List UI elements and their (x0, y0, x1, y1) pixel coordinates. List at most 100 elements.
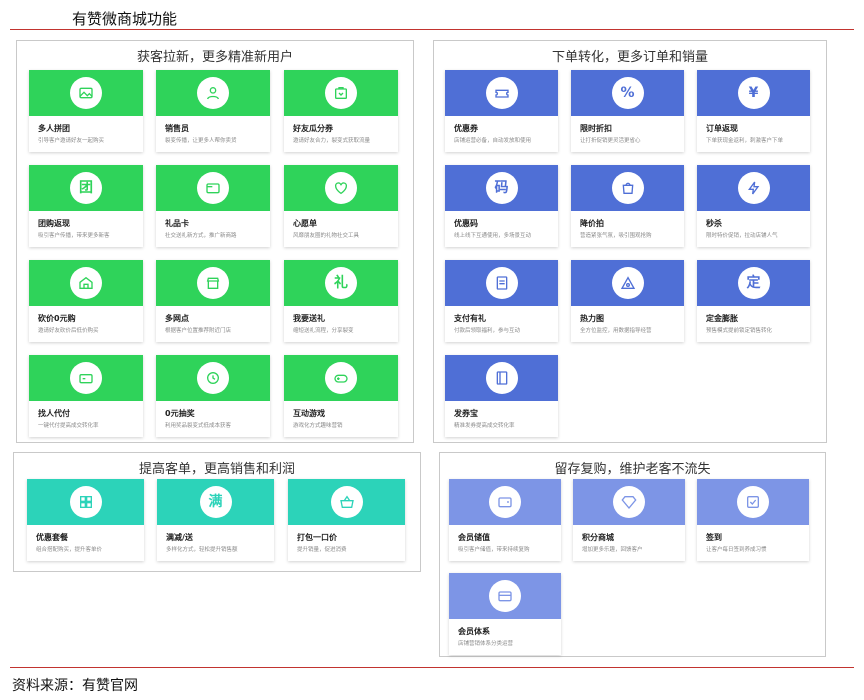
card-description: 根据客户位置推荐附近门店 (165, 328, 232, 334)
feature-card[interactable]: 砍价0元购邀请好友砍价后低价购买 (29, 260, 143, 342)
icon-badge (489, 580, 521, 612)
icon-badge (330, 486, 363, 518)
card-banner (156, 260, 270, 306)
card-description: 组合搭配购买，提升客单价 (36, 547, 103, 553)
card-title: 满减/送 (166, 533, 193, 542)
icon-badge (69, 486, 102, 518)
feature-card[interactable]: 多网点 根据客户位置推荐附近门店 (156, 260, 270, 342)
deposit-icon: 定 (746, 275, 761, 291)
card-title: 优惠套餐 (36, 533, 68, 542)
feature-card[interactable]: 积分商城 增加更多乐趣，回馈客户 (573, 479, 685, 561)
card-title: 打包一口价 (297, 533, 337, 542)
icon-badge: ¥ (737, 77, 770, 109)
feature-card[interactable]: 好友瓜分券邀请好友合力，裂变式获取流量 (284, 70, 398, 152)
card-title: 好友瓜分券 (293, 124, 333, 133)
feature-card[interactable]: 0元抽奖 利用奖品裂变式低成本获客 (156, 355, 270, 437)
icon-badge (70, 362, 102, 394)
feature-card[interactable]: 团团购返现 吸引客户传播，带来更多新客 (29, 165, 143, 247)
feature-card[interactable]: 礼我要送礼 缩短送礼流程，分享裂变 (284, 260, 398, 342)
feature-card[interactable]: 定定金膨胀 预售模式提前锁定销售转化 (697, 260, 810, 342)
card-description: 多样化方式，轻松提升销售额 (166, 547, 238, 553)
icon-badge (485, 77, 518, 109)
card-banner (156, 165, 270, 211)
feature-card[interactable]: 优惠套餐组合搭配购买，提升客单价 (27, 479, 144, 561)
feature-card[interactable]: 心愿单 风靡朋友圈的礼物社交工具 (284, 165, 398, 247)
icon-badge (611, 172, 644, 204)
icon-badge (737, 486, 769, 518)
icon-badge (197, 362, 229, 394)
card-banner (29, 355, 143, 401)
card-title: 砍价0元购 (38, 314, 76, 323)
section-title: 获客拉新，更多精准新用户 (136, 50, 293, 65)
feature-card[interactable]: 签到 让客户每日签到养成习惯 (697, 479, 809, 561)
section-title: 提高客单，更高销售和利润 (138, 462, 295, 477)
card-description: 全方位监控，用数据指导经营 (580, 328, 652, 334)
card-banner (697, 479, 809, 525)
icon-badge: 礼 (325, 267, 357, 299)
card-description: 一键代付提高成交转化率 (38, 423, 99, 429)
feature-card[interactable]: 发券宝精准发券提高成交转化率 (445, 355, 558, 437)
bottom-divider (10, 667, 854, 668)
feature-card[interactable]: % 限时折扣 让打折促销更灵活更省心 (571, 70, 684, 152)
code-icon: 码 (494, 180, 509, 196)
feature-card[interactable]: 满满减/送多样化方式，轻松提升销售额 (157, 479, 274, 561)
card-title: 发券宝 (454, 409, 478, 418)
card-banner (571, 165, 684, 211)
feature-card[interactable]: 秒杀 限时特价促销，拉动店铺人气 (697, 165, 810, 247)
card-title: 会员储值 (458, 533, 490, 542)
gift-icon: 礼 (334, 275, 348, 291)
card-banner (445, 260, 558, 306)
card-banner: % (571, 70, 684, 116)
feature-card[interactable]: 降价拍 营造紧张气氛，吸引围观抢购 (571, 165, 684, 247)
gamepad-icon (333, 370, 349, 386)
feature-card[interactable]: 礼品卡 社交送礼新方式，推广新商路 (156, 165, 270, 247)
feature-card[interactable]: 码优惠码 线上线下互通使用，多场景互动 (445, 165, 558, 247)
card-icon (205, 180, 221, 196)
card-title: 互动游戏 (293, 409, 325, 418)
feature-card[interactable]: 会员储值 吸引客户储值，带来持续复购 (449, 479, 561, 561)
icon-badge: % (611, 77, 644, 109)
card-title: 订单返现 (706, 124, 738, 133)
card-banner: 团 (29, 165, 143, 211)
feature-card[interactable]: 销售员 裂变传播，让更多人帮你卖货 (156, 70, 270, 152)
icon-badge (197, 172, 229, 204)
card-banner (284, 165, 398, 211)
card-banner: 满 (157, 479, 274, 525)
image-icon (78, 85, 94, 101)
card-description: 精准发券提高成交转化率 (454, 423, 515, 429)
page-title: 有赞微商城功能 (72, 10, 178, 28)
feature-card[interactable]: 会员体系 店铺营销体系分类运营 (449, 573, 561, 655)
card-banner (288, 479, 405, 525)
feature-card[interactable]: ¥ 订单返现 下单获现金返利，刺激客户下单 (697, 70, 810, 152)
card-description: 店铺营销体系分类运营 (458, 641, 514, 647)
card-description: 增加更多乐趣，回馈客户 (582, 547, 643, 553)
price-bag-icon (620, 180, 636, 196)
card-description: 邀请好友合力，裂变式获取流量 (293, 138, 371, 144)
card-description: 付款后领取福利，参与互动 (454, 328, 521, 334)
feature-card[interactable]: 热力图 全方位监控，用数据指导经营 (571, 260, 684, 342)
feature-card[interactable]: 多人拼团 引导客户邀请好友一起购买 (29, 70, 143, 152)
card-banner (284, 355, 398, 401)
feature-card[interactable]: 互动游戏游戏化方式趣味营销 (284, 355, 398, 437)
card-description: 线上线下互通使用，多场景互动 (454, 233, 532, 239)
card-description: 邀请好友砍价后低价购买 (38, 328, 99, 334)
card-description: 让打折促销更灵活更省心 (580, 138, 641, 144)
card-title: 销售员 (165, 124, 189, 133)
card-title: 秒杀 (706, 219, 722, 228)
basket-icon (339, 494, 355, 510)
icon-badge: 满 (199, 486, 232, 518)
icon-badge: 团 (70, 172, 102, 204)
icon-badge (70, 267, 102, 299)
feature-card[interactable]: 优惠券 店铺运营必备，自动发放和使用 (445, 70, 558, 152)
card-description: 社交送礼新方式，推广新商路 (165, 233, 237, 239)
group-icon: 团 (79, 180, 93, 196)
feature-card[interactable]: 支付有礼 付款后领取福利，参与互动 (445, 260, 558, 342)
house-icon (78, 275, 94, 291)
card-description: 引导客户邀请好友一起购买 (38, 138, 105, 144)
feature-card[interactable]: 找人代付一键代付提高成交转化率 (29, 355, 143, 437)
card-title: 找人代付 (38, 409, 70, 418)
card-description: 游戏化方式趣味营销 (293, 423, 343, 429)
feature-card[interactable]: 打包一口价 提升销量，促进消费 (288, 479, 405, 561)
icon-badge (489, 486, 521, 518)
person-icon (205, 85, 221, 101)
